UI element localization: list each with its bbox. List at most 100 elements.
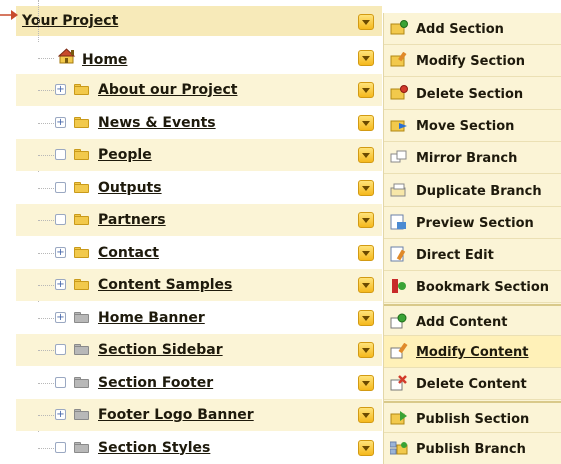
direct-edit-icon — [390, 246, 408, 262]
menu-item-add-content[interactable]: Add Content — [384, 303, 561, 336]
tree-item-label[interactable]: Contact — [98, 245, 159, 261]
menu-item-label: Preview Section — [416, 215, 534, 231]
tree-item-label[interactable]: People — [98, 147, 152, 163]
item-dropdown-icon[interactable] — [358, 147, 374, 163]
tree-connector — [38, 415, 54, 416]
menu-item-modify-content[interactable]: Modify Content — [384, 336, 561, 368]
tree-row[interactable] — [16, 139, 382, 171]
menu-item-label: Publish Branch — [416, 441, 526, 457]
tree-item-label[interactable]: Partners — [98, 212, 166, 228]
menu-item-label: Direct Edit — [416, 248, 494, 264]
add-section-icon — [390, 20, 408, 36]
menu-item-duplicate-branch[interactable]: Duplicate Branch — [384, 175, 561, 207]
item-dropdown-icon[interactable] — [358, 244, 374, 261]
folder-icon — [74, 409, 89, 420]
tree-connector — [38, 382, 54, 384]
menu-item-publish-branch[interactable]: Publish Branch — [384, 433, 561, 464]
folder-icon — [74, 149, 89, 160]
item-dropdown-icon[interactable] — [358, 407, 374, 423]
menu-item-modify-section[interactable]: Modify Section — [384, 45, 561, 78]
tree-item-label[interactable]: About our Project — [98, 82, 237, 98]
leaf-node-icon — [55, 376, 66, 388]
expand-icon[interactable]: + — [55, 311, 66, 323]
tree-item-label[interactable]: Footer Logo Banner — [98, 407, 254, 423]
site-tree: Your Project Home + About our Project + New… — [0, 0, 382, 464]
item-dropdown-icon[interactable] — [358, 309, 374, 326]
menu-item-preview-section[interactable]: Preview Section — [384, 207, 561, 239]
folder-icon — [74, 344, 89, 355]
mirror-branch-icon — [390, 149, 408, 165]
current-pointer-icon — [0, 7, 18, 21]
publish-section-icon — [390, 410, 408, 426]
preview-section-icon — [390, 214, 408, 230]
item-dropdown-icon[interactable] — [358, 212, 374, 228]
folder-icon — [74, 84, 89, 95]
tree-item-label[interactable]: Section Styles — [98, 440, 210, 456]
expand-icon[interactable]: + — [55, 409, 66, 420]
leaf-node-icon — [55, 441, 66, 453]
tree-item-label[interactable]: Home Banner — [98, 310, 205, 326]
menu-item-label: Add Section — [416, 22, 504, 37]
tree-item-label[interactable]: Content Samples — [98, 277, 232, 293]
delete-content-icon — [390, 375, 408, 391]
home-icon — [57, 47, 78, 65]
tree-row[interactable] — [16, 171, 382, 204]
tree-row[interactable] — [16, 204, 382, 236]
expand-icon[interactable]: + — [55, 84, 66, 95]
menu-item-label: Move Section — [416, 118, 515, 134]
menu-item-label: Mirror Branch — [416, 151, 518, 167]
tree-item-label[interactable]: Section Footer — [98, 375, 213, 391]
tree-row[interactable] — [16, 236, 382, 269]
tree-connector — [38, 155, 54, 156]
menu-item-publish-section[interactable]: Publish Section — [384, 400, 561, 433]
menu-item-delete-content[interactable]: Delete Content — [384, 368, 561, 401]
menu-item-label: Delete Section — [416, 86, 524, 102]
tree-connector — [38, 187, 54, 189]
menu-item-delete-section[interactable]: Delete Section — [384, 78, 561, 110]
menu-item-direct-edit[interactable]: Direct Edit — [384, 239, 561, 272]
item-dropdown-icon[interactable] — [358, 179, 374, 196]
tree-root-link[interactable]: Your Project — [22, 13, 118, 29]
menu-item-label: Delete Content — [416, 377, 527, 393]
home-dropdown-icon[interactable] — [358, 50, 374, 66]
tree-connector — [38, 317, 54, 319]
menu-item-bookmark-section[interactable]: Bookmark Section — [384, 271, 561, 304]
folder-icon — [74, 181, 89, 193]
expand-icon[interactable]: + — [55, 116, 66, 128]
tree-item-home[interactable]: Home — [82, 52, 127, 68]
menu-item-label: Publish Section — [416, 411, 530, 427]
delete-section-icon — [390, 84, 408, 101]
folder-icon — [74, 246, 89, 258]
menu-item-mirror-branch[interactable]: Mirror Branch — [384, 142, 561, 175]
menu-item-add-section[interactable]: Add Section — [384, 13, 561, 45]
expand-icon[interactable]: + — [55, 246, 66, 258]
menu-item-label: Duplicate Branch — [416, 183, 542, 199]
leaf-node-icon — [55, 181, 66, 193]
folder-icon — [74, 441, 89, 453]
menu-item-move-section[interactable]: Move Section — [384, 110, 561, 142]
duplicate-branch-icon — [390, 182, 408, 198]
bookmark-section-icon — [390, 278, 408, 294]
item-dropdown-icon[interactable] — [358, 439, 374, 456]
tree-item-label[interactable]: Outputs — [98, 180, 162, 196]
root-dropdown-icon[interactable] — [358, 14, 374, 30]
item-dropdown-icon[interactable] — [358, 82, 374, 98]
item-dropdown-icon[interactable] — [358, 342, 374, 358]
tree-connector — [38, 220, 54, 221]
item-dropdown-icon[interactable] — [358, 277, 374, 293]
expand-icon[interactable]: + — [55, 279, 66, 290]
tree-connector — [38, 447, 54, 449]
menu-item-label: Add Content — [416, 314, 508, 330]
item-dropdown-icon[interactable] — [358, 374, 374, 391]
menu-item-label: Modify Section — [416, 54, 526, 70]
tree-item-label[interactable]: Section Sidebar — [98, 342, 223, 358]
move-section-icon — [390, 117, 408, 133]
menu-item-label: Modify Content — [416, 345, 529, 360]
folder-icon — [74, 116, 89, 128]
tree-connector — [38, 58, 54, 59]
tree-item-label[interactable]: News & Events — [98, 115, 216, 131]
tree-connector — [38, 90, 54, 91]
item-dropdown-icon[interactable] — [358, 114, 374, 131]
publish-branch-icon — [389, 440, 408, 456]
tree-connector — [38, 122, 54, 124]
